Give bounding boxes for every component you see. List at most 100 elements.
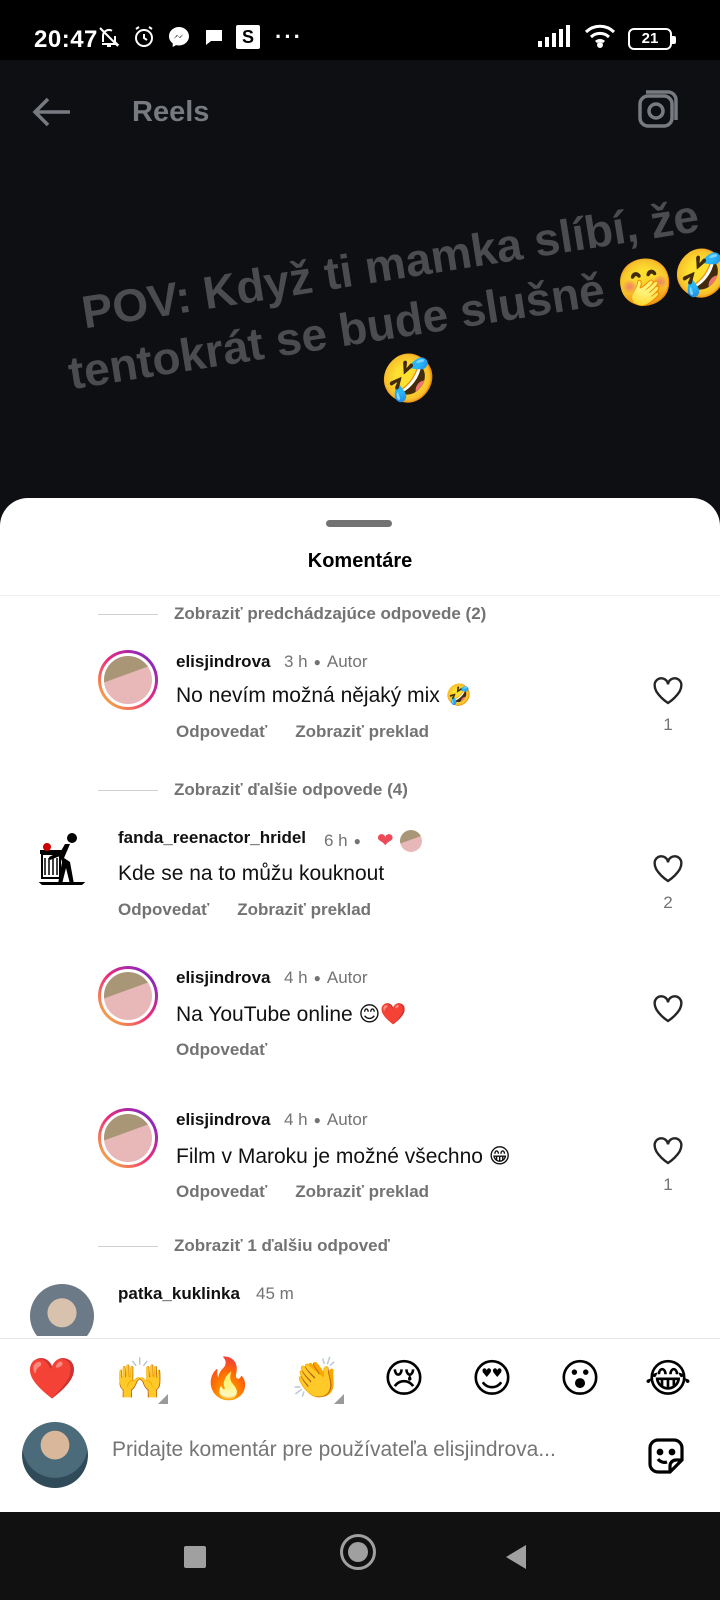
reaction-heart[interactable]: ❤️ xyxy=(20,1355,84,1402)
reaction-surprised[interactable]: 😮 xyxy=(548,1356,612,1402)
comment-username[interactable]: elisjindrova xyxy=(176,652,270,672)
heart-icon xyxy=(653,855,683,883)
reel-video[interactable]: POV: Když ti mamka slíbí, že tentokrát s… xyxy=(0,60,720,520)
comment-actions: Odpovedať Zobraziť preklad xyxy=(176,1182,429,1202)
divider-line xyxy=(98,789,158,791)
comment-text: Film v Maroku je možné všechno 😁 xyxy=(176,1145,511,1168)
reel-overlay-text: POV: Když ti mamka slíbí, že tentokrát s… xyxy=(64,189,720,409)
show-more-replies[interactable]: Zobraziť ďalšie odpovede (4) xyxy=(98,780,408,800)
back-triangle-icon[interactable] xyxy=(506,1545,526,1569)
s-app-icon: S xyxy=(236,25,260,49)
comment-time: 4 h xyxy=(284,968,308,987)
recent-apps-icon[interactable] xyxy=(184,1546,206,1568)
reaction-laughing[interactable]: 😂 xyxy=(636,1356,700,1402)
like-count: 1 xyxy=(663,1175,673,1194)
like-count: 2 xyxy=(663,893,673,912)
avatar[interactable] xyxy=(30,1284,94,1336)
system-icons: 21 xyxy=(538,24,676,53)
divider-line xyxy=(98,613,158,615)
like-button[interactable]: 2 xyxy=(648,854,688,913)
avatar[interactable] xyxy=(98,966,158,1026)
comment-time: 6 h xyxy=(324,830,348,850)
author-badge: Autor xyxy=(326,1110,368,1129)
avatar[interactable] xyxy=(30,828,94,892)
comment-text: Na YouTube online 😊❤️ xyxy=(176,1003,407,1026)
show-previous-replies[interactable]: Zobraziť predchádzajúce odpovede (2) xyxy=(98,604,486,624)
comment-input[interactable] xyxy=(112,1438,612,1462)
comment-text: Kde se na to můžu kouknout xyxy=(118,862,385,885)
comment-username[interactable]: patka_kuklinka xyxy=(118,1284,240,1304)
my-avatar xyxy=(22,1422,88,1488)
comment-meta: 6 h ● ❤ xyxy=(324,828,422,853)
drag-handle[interactable] xyxy=(326,520,392,527)
comment-meta: 3 h ● Autor xyxy=(284,652,368,672)
separator-dot: ● xyxy=(313,1113,321,1127)
comment-time: 4 h xyxy=(284,1110,308,1129)
bell-off-icon xyxy=(96,24,122,50)
comment-meta: 4 h ● Autor xyxy=(284,968,368,988)
wifi-icon xyxy=(584,24,616,53)
heart-icon xyxy=(653,677,683,705)
signal-icon xyxy=(538,25,572,52)
show-previous-replies-label: Zobraziť predchádzajúce odpovede (2) xyxy=(174,604,487,623)
translate-button[interactable]: Zobraziť preklad xyxy=(295,722,429,742)
author-badge: Autor xyxy=(326,652,368,671)
comment-actions: Odpovedať Zobraziť preklad xyxy=(176,722,429,742)
like-button[interactable]: 1 xyxy=(648,676,688,735)
translate-button[interactable]: Zobraziť preklad xyxy=(237,900,371,920)
comment-actions: Odpovedať xyxy=(176,1040,267,1060)
comment-meta: 4 h ● Autor xyxy=(284,1110,368,1130)
comments-sheet: Komentáre Zobraziť predchádzajúce odpove… xyxy=(0,498,720,1512)
more-notifications-icon: ··· xyxy=(275,24,303,49)
comment-text: No nevím možná nějaký mix 🤣 xyxy=(176,684,472,707)
avatar[interactable] xyxy=(98,650,158,710)
status-time: 20:47 xyxy=(34,26,98,53)
home-icon[interactable] xyxy=(340,1534,376,1570)
battery-icon: 21 xyxy=(628,27,676,50)
comment-username[interactable]: fanda_reenactor_hridel xyxy=(118,828,306,848)
page-title: Reels xyxy=(132,96,210,128)
show-more-replies-label: Zobraziť ďalšie odpovede (4) xyxy=(174,780,408,799)
heart-icon xyxy=(653,1137,683,1165)
translate-button[interactable]: Zobraziť preklad xyxy=(295,1182,429,1202)
author-mini-avatar xyxy=(399,829,422,852)
reaction-crying[interactable]: 😢 xyxy=(372,1356,436,1402)
like-button[interactable]: 1 xyxy=(648,1136,688,1195)
comment-username[interactable]: elisjindrova xyxy=(176,968,270,988)
reaction-raised-hands[interactable]: 🙌 xyxy=(108,1355,172,1404)
avatar[interactable] xyxy=(98,1108,158,1168)
comment-composer xyxy=(0,1398,720,1498)
author-liked-heart-icon: ❤ xyxy=(376,830,394,852)
comments-list[interactable]: Zobraziť predchádzajúce odpovede (2) eli… xyxy=(0,596,720,1336)
separator-dot: ● xyxy=(313,971,321,985)
divider-line xyxy=(98,1245,158,1247)
notification-icons: S ··· xyxy=(96,24,303,50)
camera-icon[interactable] xyxy=(636,88,680,132)
reel-header: Reels xyxy=(0,60,720,160)
reaction-clap[interactable]: 👏 xyxy=(284,1355,348,1404)
show-more-replies-label: Zobraziť 1 ďalšiu odpoveď xyxy=(174,1236,390,1255)
reply-button[interactable]: Odpovedať xyxy=(176,1040,267,1060)
comment-time: 45 m xyxy=(256,1284,294,1303)
show-more-replies[interactable]: Zobraziť 1 ďalšiu odpoveď xyxy=(98,1236,390,1256)
sticker-icon[interactable] xyxy=(644,1434,688,1478)
sheet-title: Komentáre xyxy=(307,550,413,572)
system-navigation-bar xyxy=(0,1512,720,1600)
messenger-icon xyxy=(166,24,192,50)
comment-username[interactable]: elisjindrova xyxy=(176,1110,270,1130)
trash-logo-icon xyxy=(38,833,86,885)
reply-button[interactable]: Odpovedať xyxy=(176,722,267,742)
author-badge: Autor xyxy=(326,968,368,987)
reply-button[interactable]: Odpovedať xyxy=(176,1182,267,1202)
reaction-heart-eyes[interactable]: 😍 xyxy=(460,1356,524,1402)
reaction-fire[interactable]: 🔥 xyxy=(196,1355,260,1402)
chat-bubble-icon xyxy=(201,24,227,50)
separator-dot: ● xyxy=(353,833,361,848)
alarm-icon xyxy=(131,24,157,50)
reply-button[interactable]: Odpovedať xyxy=(118,900,209,920)
comment-time: 3 h xyxy=(284,652,308,671)
back-arrow-icon[interactable] xyxy=(30,90,74,134)
like-count: 1 xyxy=(663,715,673,734)
like-button[interactable] xyxy=(648,994,688,1029)
separator-dot: ● xyxy=(313,655,321,669)
